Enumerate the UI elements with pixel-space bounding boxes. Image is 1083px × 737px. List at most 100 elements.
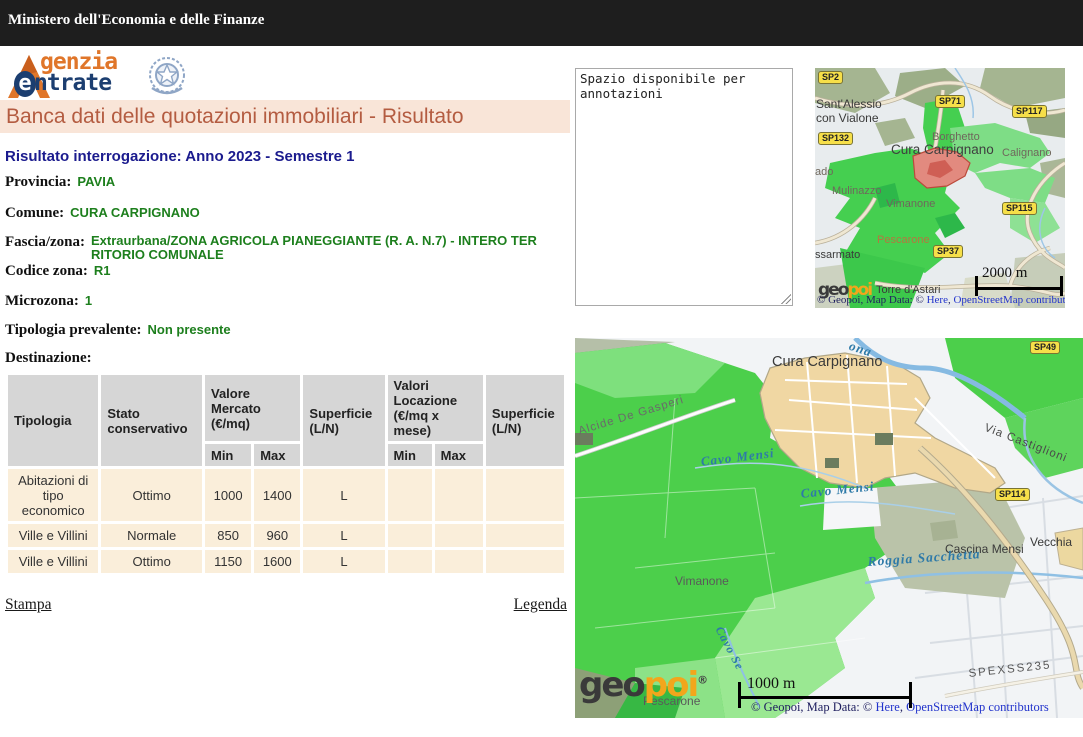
provincia-value: PAVIA [77,174,115,189]
col-header-vm-min: Min [205,444,251,466]
field-comune: Comune: CURA CARPIGNANO [5,204,200,222]
cell-vm-max: 1400 [254,469,300,521]
map-label-sant-alessio: Sant'Alessio [816,97,882,111]
road-badge-sp115: SP115 [1002,202,1037,215]
ministry-title: Ministero dell'Economia e delle Finanze [8,12,264,29]
microzona-label: Microzona: [5,293,79,309]
stampa-link[interactable]: Stampa [5,596,52,614]
map-attribution: © Geopoi, Map Data: © Here, OpenStreetMa… [751,700,1049,715]
map-label-pescarone: Pescarone [877,234,930,246]
cell-vm-min: 850 [205,524,251,547]
table-row: Ville e Villini Normale 850 960 L [8,524,564,547]
field-codice-zona: Codice zona: R1 [5,262,111,280]
microzona-value: 1 [85,293,92,308]
comune-label: Comune: [5,205,64,221]
map-scale-tick [975,276,978,296]
map-scale-bar [738,696,912,699]
page: Ministero dell'Economia e delle Finanze … [0,0,1083,737]
map-scale-tick [738,682,741,708]
cell-vl-min [388,524,432,547]
table-row: Abitazioni di tipo economico Ottimo 1000… [8,469,564,521]
col-header-vl-max: Max [435,444,483,466]
osm-link[interactable]: OpenStreetMap contributors [906,700,1049,714]
detail-map[interactable]: SP49 SP114 ona Cura Carpignano Alcide De… [575,338,1083,718]
resize-handle-icon[interactable] [781,294,791,304]
field-fascia-zona: Fascia/zona:Extraurbana/ZONA AGRICOLA PI… [5,234,543,264]
road-badge-sp49: SP49 [1030,341,1060,354]
road-badge-sp117: SP117 [1012,105,1047,118]
cell-vm-min: 1150 [205,550,251,573]
cell-superficie: L [303,469,384,521]
map-label-cura-carpignano: Cura Carpignano [772,354,882,370]
field-tipologia-prevalente: Tipologia prevalente:Non presente [5,321,231,339]
map-label-vecchia: Vecchia [1030,535,1072,549]
quotations-table: Tipologia Stato conservativo Valore Merc… [5,372,567,576]
osm-link[interactable]: OpenStreetMap contributor [953,294,1065,306]
road-badge-sp132: SP132 [818,132,853,145]
here-link[interactable]: Here [927,294,948,306]
codice-label: Codice zona: [5,263,88,279]
geopoi-logo: geopoi® [579,668,708,702]
cell-superficie-2 [486,524,564,547]
result-info: Risultato interrogazione: Anno 2023 - Se… [5,146,567,370]
cell-vm-max: 1600 [254,550,300,573]
cell-vl-max [435,550,483,573]
page-title: Banca dati delle quotazioni immobiliari … [0,100,570,133]
road-badge-sp2: SP2 [818,71,843,84]
map-label-calignano: Calignano [1002,147,1052,159]
cell-vm-min: 1000 [205,469,251,521]
cell-superficie: L [303,524,384,547]
map-label-mulinazzo: Mulinazzo [832,185,882,197]
overview-map[interactable]: SP2 SP71 SP117 SP132 SP115 SP37 Sant'Ale… [815,68,1065,308]
col-header-superficie-2: Superficie (L/N) [486,375,564,466]
field-microzona: Microzona: 1 [5,292,92,310]
col-header-valore-mercato: Valore Mercato (€/mq) [205,375,300,441]
cell-vm-max: 960 [254,524,300,547]
col-header-stato: Stato conservativo [101,375,202,466]
field-provincia: Provincia: PAVIA [5,173,115,191]
detail-map-graphics [575,338,1083,718]
page-title-bar: Banca dati delle quotazioni immobiliari … [0,100,570,133]
legenda-link[interactable]: Legenda [514,596,567,614]
col-header-tipologia: Tipologia [8,375,98,466]
agenzia-word-ntrate: ntrate [34,73,117,94]
provincia-label: Provincia: [5,174,71,190]
italy-emblem-icon [144,54,190,100]
result-heading: Risultato interrogazione: Anno 2023 - Se… [5,148,355,165]
table-row: Ville e Villini Ottimo 1150 1600 L [8,550,564,573]
col-header-vl-min: Min [388,444,432,466]
cell-superficie-2 [486,550,564,573]
map-scale-bar [975,287,1063,290]
map-scale-tick [1060,276,1063,296]
annotations-textarea[interactable]: Spazio disponibile per annotazioni [575,68,793,306]
comune-value: CURA CARPIGNANO [70,205,200,220]
map-attribution: © Geopoi, Map Data: © Here, OpenStreetMa… [817,294,1065,306]
map-label-con-vialone: con Vialone [816,111,879,125]
road-badge-sp71: SP71 [935,95,965,108]
here-link[interactable]: Here [876,700,900,714]
cell-tipologia: Ville e Villini [8,550,98,573]
cell-vl-max [435,469,483,521]
road-badge-sp37: SP37 [933,245,963,258]
cell-vl-min [388,469,432,521]
ministry-bar: Ministero dell'Economia e delle Finanze [0,0,1083,46]
map-scale-label: 2000 m [982,265,1027,282]
cell-stato: Ottimo [101,550,202,573]
destinazione-label: Destinazione: [5,350,92,366]
agenzia-wordmark: genzia ntrate [34,52,117,94]
map-label-vimanone: Vimanone [675,574,729,588]
map-scale-tick [909,682,912,708]
links-row: Stampa Legenda [5,596,567,616]
cell-vl-max [435,524,483,547]
col-header-vm-max: Max [254,444,300,466]
map-scale-label: 1000 m [747,675,795,693]
road-badge-sp114: SP114 [995,488,1030,501]
cell-vl-min [388,550,432,573]
agenzia-e-icon: e [14,71,36,97]
col-header-superficie: Superficie (L/N) [303,375,384,466]
map-label-cura-carpignano: Cura Carpignano [891,142,994,157]
fascia-label: Fascia/zona: [5,234,85,251]
codice-value: R1 [94,263,111,278]
map-label-ssarmato: ssarmato [815,249,860,261]
cell-stato: Normale [101,524,202,547]
